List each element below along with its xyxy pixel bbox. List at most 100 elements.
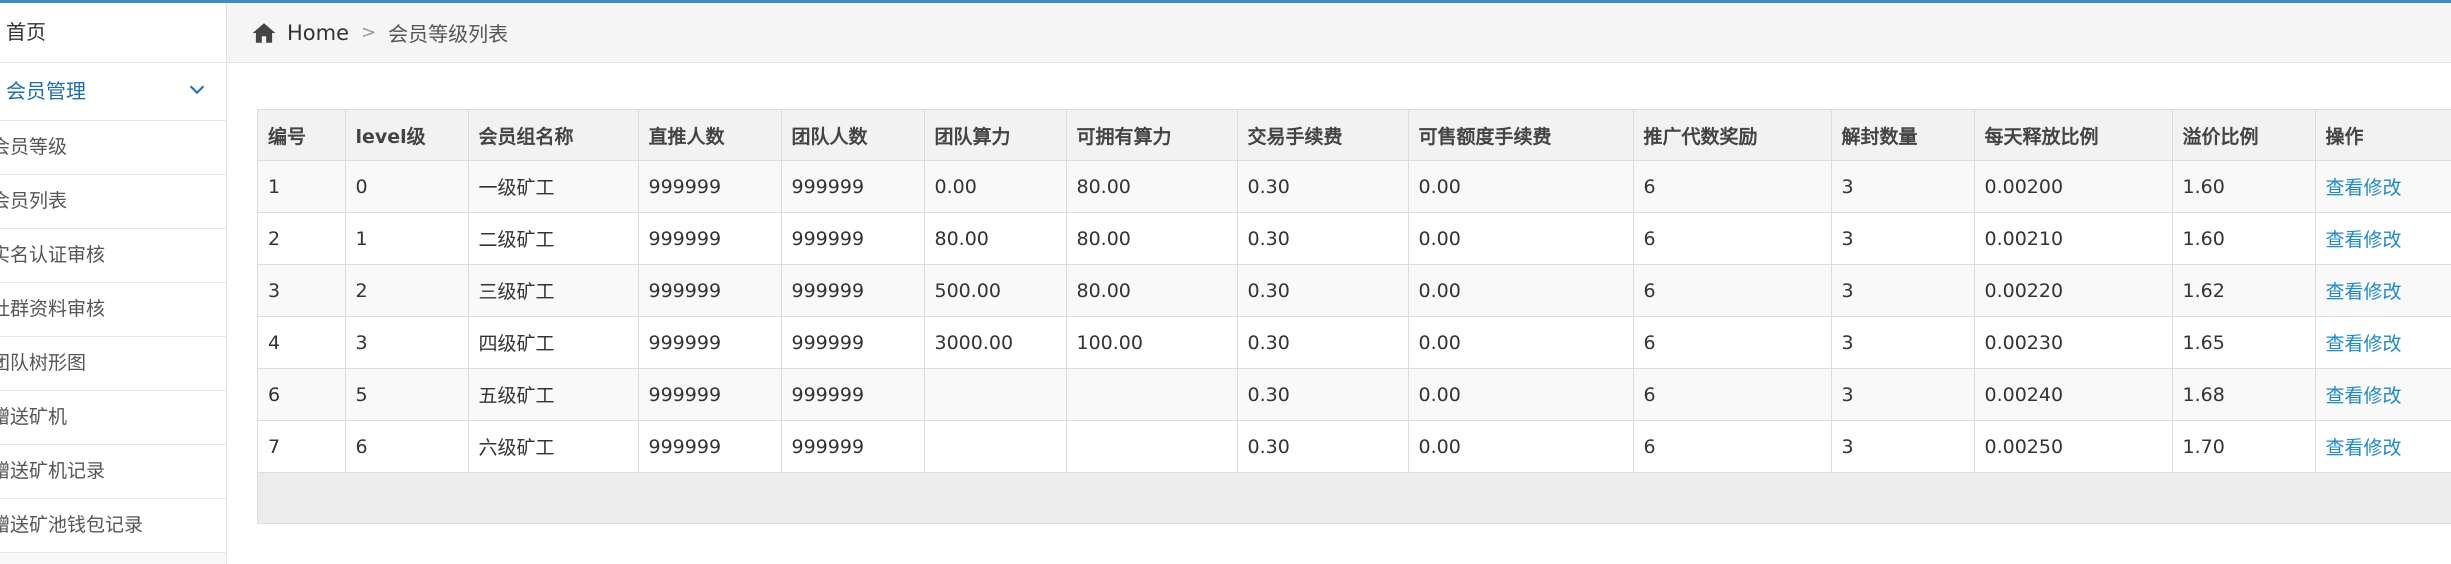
- table-cell: 999999: [638, 368, 782, 421]
- table-row: 1 0 一级矿工 999999 999999 0.00 80.00 0.30 0…: [258, 160, 2451, 213]
- table-cell: 五级矿工: [468, 368, 639, 421]
- table-cell: 6: [1633, 368, 1832, 421]
- sidebar-group-member-management[interactable]: 会员管理: [0, 63, 226, 121]
- table-cell: 0.00240: [1974, 368, 2173, 421]
- sidebar-group-label: 会员管理: [6, 79, 86, 103]
- column-header: 可拥有算力: [1066, 110, 1238, 161]
- sidebar-item-team-tree[interactable]: 团队树形图: [0, 337, 226, 391]
- table-cell: 3: [258, 264, 346, 317]
- table-footer-bar: [258, 473, 2451, 524]
- table-cell: [924, 420, 1067, 473]
- view-edit-link[interactable]: 查看修改: [2326, 385, 2402, 407]
- table-cell: 999999: [638, 420, 782, 473]
- table-cell: 999999: [781, 160, 925, 213]
- action-cell: 查看修改: [2315, 420, 2451, 473]
- view-edit-link[interactable]: 查看修改: [2326, 229, 2402, 251]
- sidebar-item-community-review[interactable]: 社群资料审核: [0, 283, 226, 337]
- table-cell: 0.00: [1408, 212, 1634, 265]
- sidebar-item-gift-miner-records[interactable]: 赠送矿机记录: [0, 445, 226, 499]
- sidebar-item-realname-review[interactable]: 实名认证审核: [0, 229, 226, 283]
- table-cell: 1.70: [2172, 420, 2316, 473]
- table-cell: 1.68: [2172, 368, 2316, 421]
- breadcrumb-home-link[interactable]: Home: [287, 21, 349, 45]
- table-cell: 0.00200: [1974, 160, 2173, 213]
- table-cell: 80.00: [1066, 264, 1238, 317]
- column-header: 推广代数奖励: [1633, 110, 1832, 161]
- table-cell: 0.00: [1408, 264, 1634, 317]
- sidebar: 首页 会员管理 会员等级 会员列表 实名认证审核 社群资料审核 团队树形图 赠送…: [0, 3, 227, 564]
- table-cell: 0.00: [1408, 420, 1634, 473]
- table-cell: 999999: [781, 212, 925, 265]
- table-cell: 6: [1633, 212, 1832, 265]
- table-cell: 0.00210: [1974, 212, 2173, 265]
- table-cell: 0.30: [1237, 212, 1409, 265]
- column-header: level级: [345, 110, 469, 161]
- view-edit-link[interactable]: 查看修改: [2326, 437, 2402, 459]
- column-header: 溢价比例: [2172, 110, 2316, 161]
- table-cell: [1066, 420, 1238, 473]
- column-header: 团队人数: [781, 110, 925, 161]
- table-cell: 3: [1831, 368, 1975, 421]
- table-cell: 999999: [638, 160, 782, 213]
- table-row: 4 3 四级矿工 999999 999999 3000.00 100.00 0.…: [258, 316, 2451, 369]
- table-cell: 6: [345, 420, 469, 473]
- table-cell: 3000.00: [924, 316, 1067, 369]
- view-edit-link[interactable]: 查看修改: [2326, 333, 2402, 355]
- column-header: 解封数量: [1831, 110, 1975, 161]
- table-cell: 5: [345, 368, 469, 421]
- table-cell: 1.62: [2172, 264, 2316, 317]
- action-cell: 查看修改: [2315, 368, 2451, 421]
- table-cell: 0.00: [1408, 316, 1634, 369]
- table-cell: 0.00230: [1974, 316, 2173, 369]
- table-cell: 四级矿工: [468, 316, 639, 369]
- table-cell: 1.60: [2172, 212, 2316, 265]
- table-cell: 0.00220: [1974, 264, 2173, 317]
- home-icon[interactable]: [251, 20, 277, 46]
- table-cell: 80.00: [1066, 160, 1238, 213]
- sidebar-item-member-list[interactable]: 会员列表: [0, 175, 226, 229]
- view-edit-link[interactable]: 查看修改: [2326, 177, 2402, 199]
- action-cell: 查看修改: [2315, 264, 2451, 317]
- table-cell: 2: [258, 212, 346, 265]
- column-header: 每天释放比例: [1974, 110, 2173, 161]
- sidebar-item-gift-pool-wallet-records[interactable]: 赠送矿池钱包记录: [0, 499, 226, 553]
- view-edit-link[interactable]: 查看修改: [2326, 281, 2402, 303]
- action-cell: 查看修改: [2315, 160, 2451, 213]
- column-header: 交易手续费: [1237, 110, 1409, 161]
- table-cell: 1.65: [2172, 316, 2316, 369]
- table-cell: 3: [1831, 160, 1975, 213]
- sidebar-item-gift-miner[interactable]: 赠送矿机: [0, 391, 226, 445]
- column-header: 团队算力: [924, 110, 1067, 161]
- table-cell: 0.00250: [1974, 420, 2173, 473]
- table-cell: 一级矿工: [468, 160, 639, 213]
- table-row: 6 5 五级矿工 999999 999999 0.30 0.00 6 3 0.0…: [258, 368, 2451, 421]
- table-cell: 2: [345, 264, 469, 317]
- table-cell: 1: [345, 212, 469, 265]
- table-cell: 80.00: [924, 212, 1067, 265]
- table-row: 7 6 六级矿工 999999 999999 0.30 0.00 6 3 0.0…: [258, 420, 2451, 473]
- breadcrumb-current: 会员等级列表: [388, 22, 509, 46]
- sidebar-item-member-level[interactable]: 会员等级: [0, 121, 226, 175]
- table-cell: 999999: [781, 264, 925, 317]
- table-cell: 80.00: [1066, 212, 1238, 265]
- table-cell: 0.00: [1408, 368, 1634, 421]
- table-cell: 0.30: [1237, 264, 1409, 317]
- action-cell: 查看修改: [2315, 212, 2451, 265]
- table-cell: 999999: [781, 420, 925, 473]
- table-cell: 1.60: [2172, 160, 2316, 213]
- column-header: 操作: [2315, 110, 2451, 161]
- breadcrumb-separator: >: [361, 22, 377, 43]
- table-cell: [1066, 368, 1238, 421]
- table-cell: 999999: [638, 264, 782, 317]
- sidebar-item-home[interactable]: 首页: [0, 3, 226, 63]
- table-cell: 3: [1831, 420, 1975, 473]
- main-content: Home > 会员等级列表 编号 level级 会员组名称 直推人数 团队人数 …: [227, 3, 2451, 564]
- table-cell: 100.00: [1066, 316, 1238, 369]
- column-header: 会员组名称: [468, 110, 639, 161]
- table-cell: 0: [345, 160, 469, 213]
- column-header: 编号: [258, 110, 346, 161]
- chevron-down-icon: [189, 85, 205, 95]
- table-cell: 999999: [638, 212, 782, 265]
- table-row: 2 1 二级矿工 999999 999999 80.00 80.00 0.30 …: [258, 212, 2451, 265]
- table-cell: 6: [1633, 316, 1832, 369]
